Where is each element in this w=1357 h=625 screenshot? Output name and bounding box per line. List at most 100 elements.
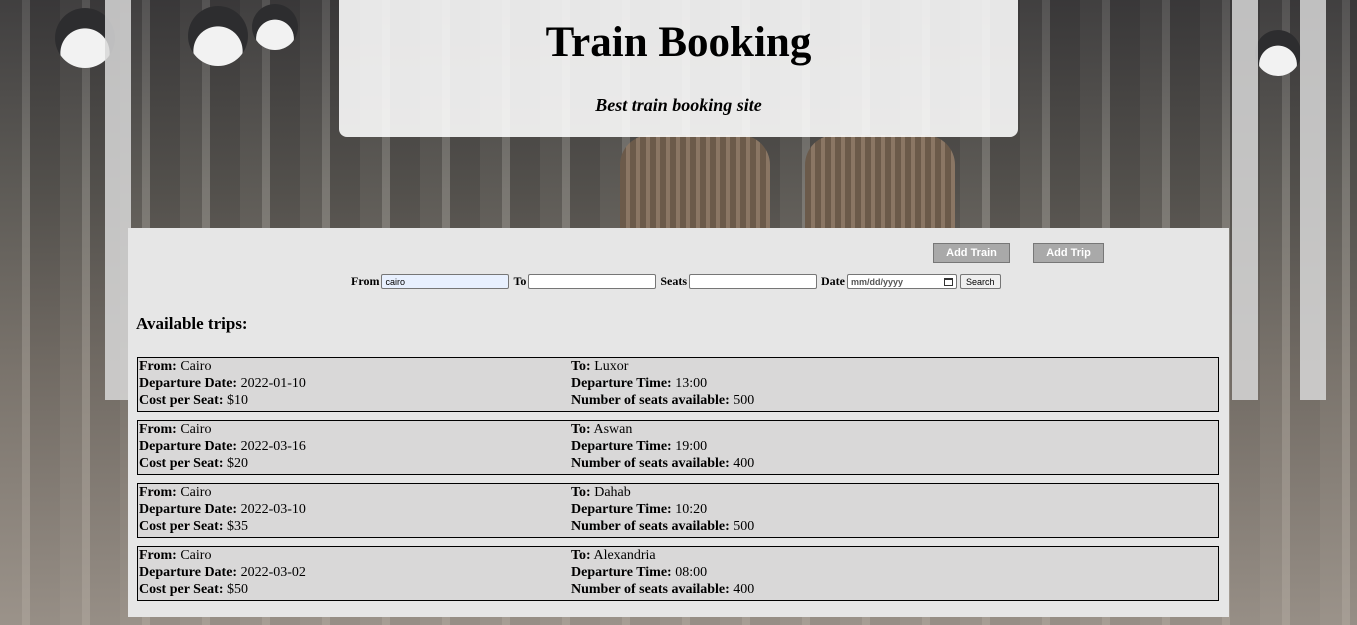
trip-right-column: To: Aswan Departure Time: 19:00 Number of … <box>571 421 754 472</box>
to-field-label: To: <box>571 485 591 500</box>
date-field-label: Departure Date: <box>139 565 238 580</box>
trip-time: Departure Time: 19:00 <box>571 438 754 455</box>
trip-date: Departure Date: 2022-03-10 <box>139 501 306 518</box>
trip-date-value: 2022-03-10 <box>240 502 306 517</box>
trip-from: From: Cairo <box>139 358 306 375</box>
page-title: Train Booking <box>545 19 812 66</box>
time-field-label: Departure Time: <box>571 376 672 391</box>
trip-left-column: From: Cairo Departure Date: 2022-03-02 Cos… <box>139 547 306 598</box>
from-field-label: From: <box>139 422 177 437</box>
trip-left-column: From: Cairo Departure Date: 2022-03-16 Cos… <box>139 421 306 472</box>
trip-from: From: Cairo <box>139 421 306 438</box>
trip-right-column: To: Alexandria Departure Time: 08:00 Numbe… <box>571 547 754 598</box>
trip-to: To: Luxor <box>571 358 754 375</box>
trip-card[interactable]: From: Cairo Departure Date: 2022-03-02 Cos… <box>137 546 1219 601</box>
trip-card[interactable]: From: Cairo Departure Date: 2022-01-10 Cos… <box>137 357 1219 412</box>
lamp-decoration <box>188 6 248 66</box>
search-button[interactable]: Search <box>960 274 1001 289</box>
to-label: To <box>513 274 527 288</box>
trip-seats-value: 500 <box>733 519 755 534</box>
date-input[interactable]: mm/dd/yyyy <box>847 274 958 289</box>
trip-right-column: To: Dahab Departure Time: 10:20 Number of … <box>571 484 754 535</box>
trip-from-value: Cairo <box>180 359 212 374</box>
train-decoration <box>805 135 955 235</box>
trip-time: Departure Time: 10:20 <box>571 501 754 518</box>
lamp-decoration <box>252 4 298 50</box>
trip-seats: Number of seats available: 400 <box>571 455 754 472</box>
trip-cost-value: $50 <box>227 582 249 597</box>
from-field-label: From: <box>139 359 177 374</box>
trip-date-value: 2022-03-16 <box>240 439 306 454</box>
trip-cost: Cost per Seat: $10 <box>139 392 306 409</box>
trip-to-value: Alexandria <box>593 548 656 563</box>
pillar-decoration <box>1300 0 1326 400</box>
trip-cost: Cost per Seat: $50 <box>139 581 306 598</box>
to-input[interactable] <box>528 274 657 289</box>
to-field-label: To: <box>571 422 591 437</box>
add-trip-button[interactable]: Add Trip <box>1033 243 1104 263</box>
trip-from-value: Cairo <box>180 548 212 563</box>
search-form: From To Seats Date mm/dd/yyyy Search <box>351 274 1001 289</box>
trip-cost: Cost per Seat: $35 <box>139 518 306 535</box>
trip-cost-value: $35 <box>227 519 249 534</box>
lamp-decoration <box>1255 30 1301 76</box>
seats-field-label: Number of seats available: <box>571 582 730 597</box>
date-placeholder: mm/dd/yyyy <box>851 276 904 287</box>
page-subtitle: Best train booking site <box>595 95 762 115</box>
site-header: Train Booking Best train booking site <box>339 0 1018 137</box>
trip-seats-value: 500 <box>733 393 755 408</box>
trip-cost: Cost per Seat: $20 <box>139 455 306 472</box>
from-field-label: From: <box>139 485 177 500</box>
cost-field-label: Cost per Seat: <box>139 519 224 534</box>
date-field-label: Departure Date: <box>139 376 238 391</box>
seats-field-label: Number of seats available: <box>571 393 730 408</box>
seats-label: Seats <box>660 274 688 288</box>
date-field-label: Departure Date: <box>139 502 238 517</box>
trip-seats: Number of seats available: 500 <box>571 518 754 535</box>
trip-to: To: Dahab <box>571 484 754 501</box>
time-field-label: Departure Time: <box>571 565 672 580</box>
from-field-label: From: <box>139 548 177 563</box>
trip-from: From: Cairo <box>139 547 306 564</box>
trip-left-column: From: Cairo Departure Date: 2022-03-10 Cos… <box>139 484 306 535</box>
trip-time-value: 13:00 <box>675 376 708 391</box>
trip-to-value: Aswan <box>593 422 633 437</box>
trip-to-value: Luxor <box>594 359 629 374</box>
date-field-label: Departure Date: <box>139 439 238 454</box>
calendar-icon[interactable] <box>944 277 954 286</box>
trip-time-value: 19:00 <box>675 439 708 454</box>
trip-date: Departure Date: 2022-03-02 <box>139 564 306 581</box>
booking-panel: Add Train Add Trip From To Seats Date mm… <box>128 228 1229 617</box>
seats-field-label: Number of seats available: <box>571 519 730 534</box>
trip-card[interactable]: From: Cairo Departure Date: 2022-03-16 Cos… <box>137 420 1219 475</box>
time-field-label: Departure Time: <box>571 502 672 517</box>
trip-to-value: Dahab <box>594 485 631 500</box>
trip-card[interactable]: From: Cairo Departure Date: 2022-03-10 Cos… <box>137 483 1219 538</box>
trip-from: From: Cairo <box>139 484 306 501</box>
trip-time: Departure Time: 08:00 <box>571 564 754 581</box>
trip-from-value: Cairo <box>180 485 212 500</box>
pillar-decoration <box>1232 0 1258 400</box>
date-label: Date <box>821 274 846 288</box>
trip-date: Departure Date: 2022-01-10 <box>139 375 306 392</box>
trip-from-value: Cairo <box>180 422 212 437</box>
to-field-label: To: <box>571 548 591 563</box>
to-field-label: To: <box>571 359 591 374</box>
trip-cost-value: $10 <box>227 393 249 408</box>
cost-field-label: Cost per Seat: <box>139 456 224 471</box>
trip-right-column: To: Luxor Departure Time: 13:00 Number of … <box>571 358 754 409</box>
from-input[interactable] <box>381 274 510 289</box>
trip-to: To: Alexandria <box>571 547 754 564</box>
trip-left-column: From: Cairo Departure Date: 2022-01-10 Cos… <box>139 358 306 409</box>
trip-seats: Number of seats available: 400 <box>571 581 754 598</box>
trip-date-value: 2022-03-02 <box>240 565 306 580</box>
trip-time: Departure Time: 13:00 <box>571 375 754 392</box>
trip-seats-value: 400 <box>733 582 755 597</box>
from-label: From <box>351 274 380 288</box>
seats-field-label: Number of seats available: <box>571 456 730 471</box>
trip-seats-value: 400 <box>733 456 755 471</box>
seats-input[interactable] <box>689 274 818 289</box>
add-train-button[interactable]: Add Train <box>933 243 1010 263</box>
trip-date: Departure Date: 2022-03-16 <box>139 438 306 455</box>
trip-date-value: 2022-01-10 <box>240 376 306 391</box>
